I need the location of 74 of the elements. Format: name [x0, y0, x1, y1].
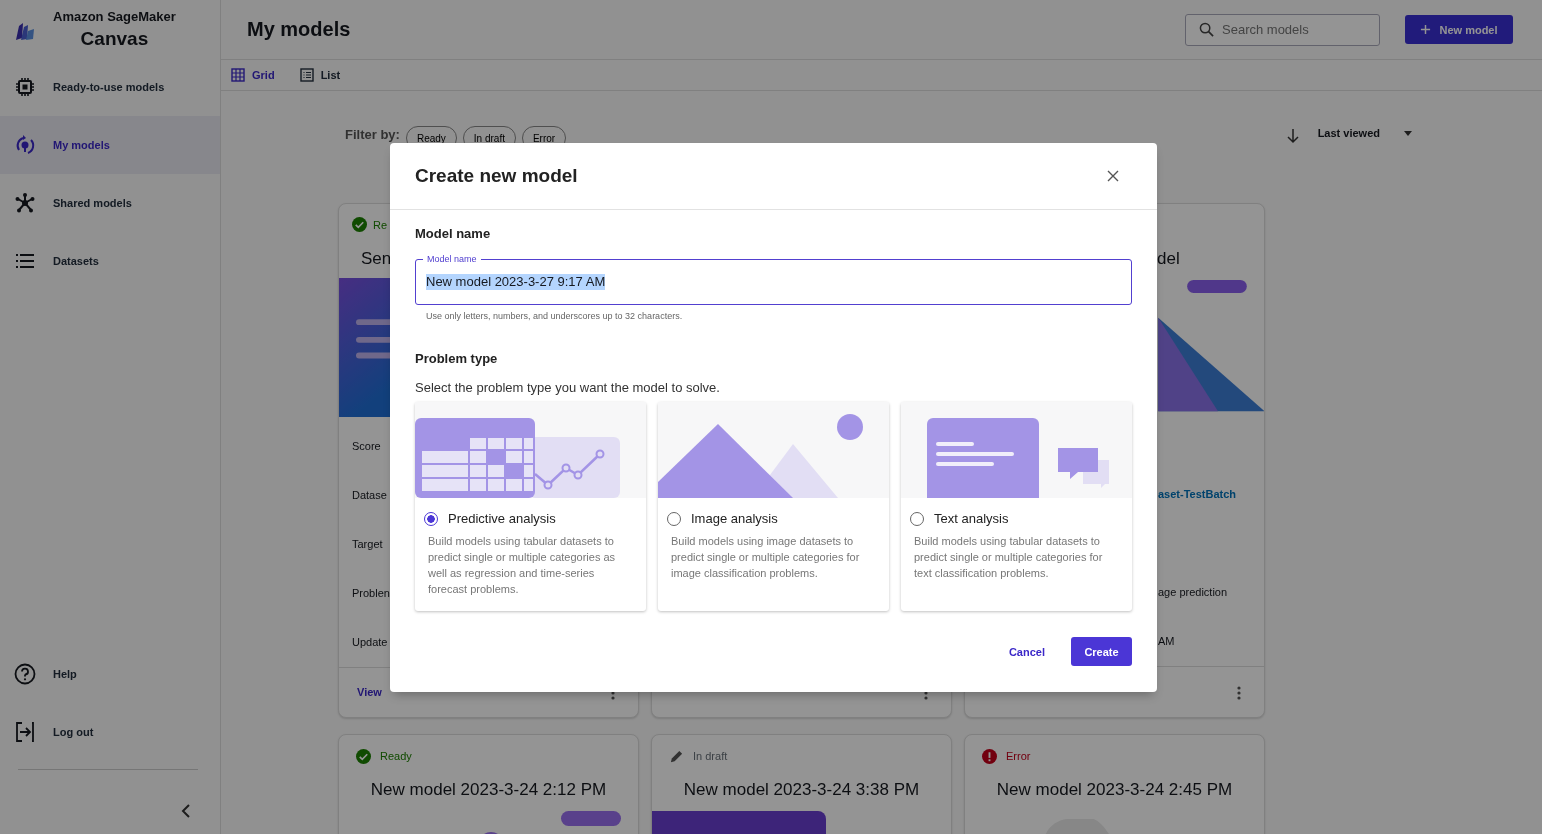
field-hint: Use only letters, numbers, and underscores up to 32 characters.: [425, 311, 684, 321]
option-title: Text analysis: [934, 511, 1009, 526]
status-label: Error: [1006, 750, 1031, 762]
new-model-button[interactable]: New model: [1405, 15, 1513, 44]
card-field: Score: [352, 421, 381, 471]
section-heading: Problem type: [415, 351, 499, 367]
problem-type-card[interactable]: Image analysis Build models using image datasets to predict single or multiple categories for image classification problems.: [658, 402, 889, 611]
check-circle-icon: [352, 217, 367, 233]
view-tab[interactable]: List: [299, 68, 341, 82]
model-card[interactable]: Ready New model 2023-3-24 2:12 PM: [338, 734, 639, 834]
model-title: Sen: [361, 247, 392, 270]
chart-point: [543, 480, 553, 490]
plus-icon: [1420, 24, 1432, 35]
bulb-cycle-icon: [14, 134, 36, 156]
nav-item[interactable]: Shared models: [0, 174, 220, 232]
option-description: Build models using tabular datasets to predict single or multiple categories as well as regression and time-series forecast problems.: [427, 534, 617, 597]
option-title: Predictive analysis: [448, 511, 556, 526]
nav-item[interactable]: Datasets: [0, 232, 220, 290]
section-heading: Model name: [415, 226, 492, 242]
view-link[interactable]: View: [357, 686, 382, 699]
search-field[interactable]: Search models: [1185, 13, 1380, 46]
page-title: My models: [247, 18, 352, 41]
help-icon: [14, 663, 36, 685]
card-field: aset-TestBatch: [1158, 470, 1237, 520]
sort-dropdown[interactable]: Last viewed: [1317, 127, 1412, 139]
check-circle-icon: [356, 748, 371, 764]
nav-item[interactable]: My models: [0, 116, 220, 174]
nav-item[interactable]: Ready-to-use models: [0, 58, 220, 116]
card-field: Problen: [352, 568, 390, 618]
cancel-button[interactable]: Cancel: [1004, 637, 1049, 666]
collapse-icon[interactable]: [181, 804, 191, 818]
caret-icon: [1404, 130, 1412, 136]
option-description: Build models using tabular datasets to predict single or multiple categories for text classification problems.: [913, 534, 1104, 581]
product-name: Amazon SageMaker: [53, 8, 176, 25]
model-title: New model 2023-3-24 2:12 PM: [370, 779, 607, 801]
logout-icon: [14, 721, 36, 743]
grid-icon: [231, 68, 245, 82]
network-icon: [14, 192, 36, 214]
option-title: Image analysis: [691, 511, 778, 526]
status-label: In draft: [693, 750, 728, 762]
chart-point: [573, 470, 583, 480]
section-prompt: Select the problem type you want the model to solve.: [415, 380, 721, 395]
nav-item[interactable]: Log out: [0, 703, 220, 761]
sort-arrow-icon[interactable]: [1285, 128, 1300, 144]
card-field: Target: [352, 519, 383, 569]
card-field: Update: [352, 617, 388, 667]
radio-button[interactable]: [424, 511, 438, 526]
model-title: New model 2023-3-24 2:45 PM: [996, 779, 1233, 801]
model-title: New model 2023-3-24 3:38 PM: [683, 779, 920, 801]
card-field: age prediction: [1158, 568, 1228, 618]
model-title: del: [1157, 248, 1180, 270]
model-card[interactable]: Error New model 2023-3-24 2:45 PM: [964, 734, 1265, 834]
card-field: Datase: [352, 470, 387, 520]
dialog-title: Create new model: [415, 165, 579, 187]
list-view-icon: [299, 68, 314, 82]
status-label: Re: [373, 218, 388, 231]
card-field: AM: [1158, 617, 1175, 667]
pencil-icon: [669, 748, 684, 764]
problem-type-card[interactable]: Text analysis Build models using tabular datasets to predict single or multiple categories for text classification problems.: [901, 402, 1132, 611]
app-name: Canvas: [80, 27, 149, 51]
chip-icon: [14, 76, 36, 98]
chart-point: [595, 449, 605, 459]
nav-item[interactable]: Help: [0, 645, 220, 703]
status-label: Ready: [380, 750, 412, 762]
chart-point: [561, 463, 571, 473]
error-icon: [982, 748, 997, 764]
option-description: Build models using image datasets to predict single or multiple categories for image classification problems.: [670, 534, 861, 581]
logo-icon: [14, 20, 36, 42]
model-card[interactable]: In draft New model 2023-3-24 3:38 PM: [651, 734, 952, 834]
filter-label: Filter by:: [345, 127, 400, 142]
view-tab[interactable]: Grid: [231, 68, 275, 82]
close-icon[interactable]: [1107, 170, 1119, 182]
problem-type-card[interactable]: Predictive analysis Build models using tabular datasets to predict single or multiple categories as well as regression and time-series forecast problems.: [415, 402, 646, 611]
create-button[interactable]: Create: [1071, 637, 1132, 666]
